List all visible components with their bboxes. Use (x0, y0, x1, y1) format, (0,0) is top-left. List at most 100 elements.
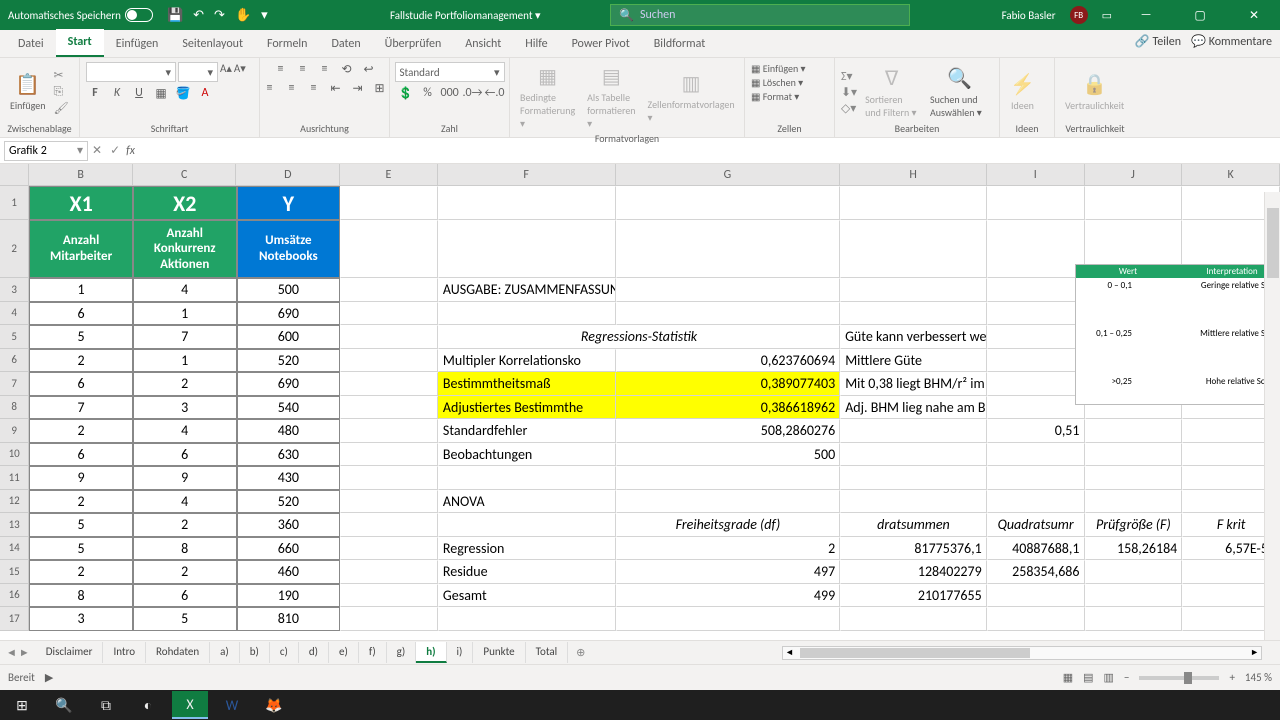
cell[interactable]: 520 (237, 490, 341, 514)
cell[interactable]: 6 (133, 443, 237, 467)
cell[interactable] (1085, 186, 1183, 220)
sheet-tab[interactable]: g) (387, 642, 417, 663)
toggle-switch[interactable] (125, 8, 153, 22)
cell[interactable]: 40887688,1 (987, 537, 1085, 561)
cell[interactable]: 690 (237, 372, 341, 396)
cell[interactable] (340, 466, 438, 490)
cell[interactable]: 2 (29, 349, 133, 373)
row-header[interactable]: 3 (0, 278, 29, 302)
row-header[interactable]: 5 (0, 325, 29, 349)
cell[interactable]: 258354,686 (987, 560, 1085, 584)
firefox-taskbar-icon[interactable]: 🦊 (256, 691, 292, 719)
sheet-tab[interactable]: d) (299, 642, 329, 663)
enter-icon[interactable]: ✓ (110, 143, 120, 158)
clear-icon[interactable]: ◇▾ (841, 101, 857, 116)
cell[interactable]: 1 (29, 278, 133, 302)
cell[interactable]: 2 (29, 490, 133, 514)
cell[interactable] (987, 490, 1085, 514)
underline-icon[interactable]: U (130, 86, 148, 101)
cell[interactable] (438, 186, 616, 220)
cell[interactable] (438, 302, 616, 326)
sheet-tab[interactable]: Total (526, 642, 569, 663)
start-button[interactable]: ⊞ (4, 691, 40, 719)
decrease-font-icon[interactable]: A▾ (234, 62, 246, 82)
cell[interactable] (840, 419, 987, 443)
cell[interactable] (987, 186, 1085, 220)
cell[interactable]: 0,389077403 (616, 372, 841, 396)
border-icon[interactable]: ▦ (152, 86, 170, 101)
cell[interactable] (840, 278, 987, 302)
cell[interactable]: Prüfgröße (F) (1085, 513, 1183, 537)
cell[interactable]: Güte kann verbessert werden (840, 325, 987, 349)
search-box[interactable]: 🔍 Suchen (610, 4, 910, 26)
select-all-corner[interactable] (0, 164, 29, 185)
cell[interactable]: 4 (133, 278, 237, 302)
cell[interactable] (340, 607, 438, 631)
insert-cells-button[interactable]: ▦ Einfügen ▾ (751, 62, 806, 75)
redo-icon[interactable]: ↷ (214, 8, 225, 23)
row-header[interactable]: 1 (0, 186, 29, 220)
zoom-in-icon[interactable]: + (1229, 671, 1234, 684)
cell[interactable] (1085, 584, 1183, 608)
row-header[interactable]: 11 (0, 466, 29, 490)
font-color-icon[interactable]: A (196, 86, 214, 101)
decrease-decimal-icon[interactable]: ←.0 (485, 86, 503, 101)
cell[interactable]: 5 (29, 513, 133, 537)
cell[interactable]: 210177655 (840, 584, 987, 608)
number-format-box[interactable]: Standard▾ (395, 62, 505, 82)
cell[interactable]: 6 (133, 584, 237, 608)
fx-icon[interactable]: fx (126, 144, 144, 158)
fill-icon[interactable]: ⬇▾ (841, 85, 857, 100)
cell[interactable]: 630 (237, 443, 341, 467)
cell[interactable]: Quadratsumr (987, 513, 1085, 537)
cell[interactable]: Anzahl Mitarbeiter (29, 220, 133, 278)
sort-filter-button[interactable]: ᐁSortieren und Filtern ▾ (861, 64, 922, 121)
sheet-tab[interactable]: a) (210, 642, 240, 663)
cell[interactable]: X2 (133, 186, 237, 220)
cell[interactable] (340, 220, 438, 278)
col-header-H[interactable]: H (840, 164, 987, 185)
cell[interactable] (616, 607, 841, 631)
cell[interactable] (340, 349, 438, 373)
cell[interactable]: 520 (237, 349, 341, 373)
cell[interactable]: 430 (237, 466, 341, 490)
cell[interactable]: Umsätze Notebooks (237, 220, 341, 278)
scroll-left-icon[interactable]: ◄ (783, 647, 796, 658)
sheet-tab[interactable]: Punkte (473, 642, 525, 663)
document-title[interactable]: Fallstudie Portfoliomanagement ▾ (390, 9, 541, 22)
bold-icon[interactable]: F (86, 86, 104, 101)
tab-seitenlayout[interactable]: Seitenlayout (170, 31, 255, 57)
align-center-icon[interactable]: ≡ (283, 81, 301, 96)
cell[interactable] (1085, 443, 1183, 467)
cell[interactable]: 360 (237, 513, 341, 537)
cell[interactable]: Standardfehler (438, 419, 616, 443)
cell[interactable]: 2 (29, 560, 133, 584)
cell[interactable] (340, 372, 438, 396)
paste-button[interactable]: 📋Einfügen (6, 70, 50, 114)
cell[interactable] (340, 396, 438, 420)
increase-font-icon[interactable]: A▴ (220, 62, 232, 82)
cell[interactable]: Regressions-Statistik (438, 325, 840, 349)
cell[interactable]: Multipler Korrelationsko (438, 349, 616, 373)
cell[interactable]: Mit 0,38 liegt BHM/r² im mitt (840, 372, 987, 396)
align-top-icon[interactable]: ≡ (272, 62, 290, 77)
cell[interactable] (616, 220, 841, 278)
row-header[interactable]: 4 (0, 302, 29, 326)
zoom-slider[interactable] (1139, 676, 1219, 680)
view-normal-icon[interactable]: ▦ (1063, 671, 1073, 684)
font-family-box[interactable]: ▾ (86, 62, 176, 82)
comments-button[interactable]: 💬 Kommentare (1191, 34, 1272, 49)
cell[interactable]: Gesamt (438, 584, 616, 608)
cell[interactable] (987, 220, 1085, 278)
col-header-D[interactable]: D (236, 164, 340, 185)
cell[interactable]: 2 (133, 560, 237, 584)
cell[interactable]: Freiheitsgrade (df) (616, 513, 841, 537)
tab-ueberpruefen[interactable]: Überprüfen (373, 31, 454, 57)
align-right-icon[interactable]: ≡ (305, 81, 323, 96)
cell[interactable] (340, 302, 438, 326)
delete-cells-button[interactable]: ▦ Löschen ▾ (751, 76, 803, 89)
format-cells-button[interactable]: ▦ Format ▾ (751, 90, 799, 103)
cell[interactable]: 5 (29, 537, 133, 561)
cell[interactable] (438, 513, 616, 537)
cell[interactable]: 128402279 (840, 560, 987, 584)
